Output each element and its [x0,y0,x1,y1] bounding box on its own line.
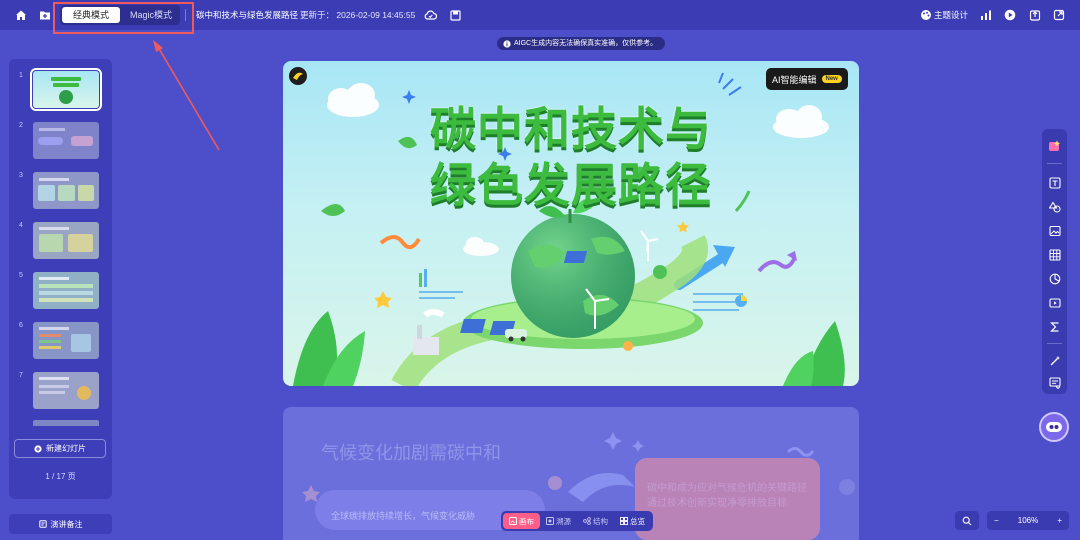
slide2-right-text: 碳中和成为应对气候危机的关键路径 通过技术创新实现净零排放目标 [647,481,807,511]
table-icon[interactable] [1047,247,1062,262]
pie-chart-icon[interactable] [1047,271,1062,286]
divider [1047,343,1062,344]
aigc-notice: AIGC生成内容无法确保真实准确，仅供参考。 [497,37,666,50]
canvas-icon [509,517,517,525]
slide-title-line-2[interactable]: 绿色发展路径 [283,149,859,215]
structure-icon [583,517,591,525]
right-toolbar [1042,129,1067,394]
zoom-level: 106% [1017,516,1039,525]
ai-magic-icon[interactable] [1047,139,1062,154]
tab-overview[interactable]: 总览 [614,513,651,529]
zoom-in-button[interactable]: + [1057,516,1062,525]
zoom-out-button[interactable]: − [994,516,999,525]
new-slide-label: 新建幻灯片 [46,444,86,453]
formula-icon[interactable] [1047,319,1062,334]
search-icon [962,516,972,525]
slide-thumbnail-2[interactable] [33,122,99,159]
slide-number: 7 [19,372,23,379]
magic-wand-icon[interactable] [1047,353,1062,368]
divider [1047,163,1062,164]
speaker-notes-label: 演讲备注 [50,519,83,529]
slide-thumbnail-5[interactable] [33,272,99,309]
slide-thumbnail-7[interactable] [33,372,99,409]
page-counter: 1 / 17 页 [45,472,76,481]
slide-thumbnail-4[interactable] [33,222,99,259]
slide2-left-text: 全球碳排放持续增长，气候变化威胁 [331,511,476,521]
new-slide-button[interactable]: 新建幻灯片 [14,439,106,458]
zoom-search-button[interactable] [955,511,979,530]
slide-number: 3 [19,172,23,179]
tab-source-label: 溯源 [556,516,571,526]
layout-icon[interactable] [1047,375,1062,390]
tab-canvas[interactable]: 画布 [503,513,540,529]
shapes-icon[interactable] [1047,199,1062,214]
slide-number: 6 [19,322,23,329]
tab-structure-label: 结构 [593,516,608,526]
image-icon[interactable] [1047,223,1062,238]
slide-thumbnail-partial [33,420,99,426]
slide-thumbnail-6[interactable] [33,322,99,359]
notice-text: AIGC生成内容无法确保真实准确，仅供参考。 [514,40,658,47]
ai-assistant-button[interactable] [1039,412,1069,442]
slide-number: 1 [19,72,23,79]
info-icon [503,39,511,48]
slide-canvas[interactable]: 碳中和技术与 绿色发展路径 [283,61,859,386]
grid-icon [620,517,628,525]
tab-canvas-label: 画布 [519,516,534,526]
speaker-notes-button[interactable]: 演讲备注 [9,514,112,534]
ai-smart-edit-button[interactable]: AI智能编辑 New [766,68,848,90]
tab-source[interactable]: 溯源 [540,513,577,529]
slide-number: 4 [19,222,23,229]
notes-icon [38,520,47,528]
slide2-right-line-2: 通过技术创新实现净零排放目标 [647,498,787,509]
view-mode-tabs: 画布 溯源 结构 总览 [501,511,653,531]
plus-circle-icon [34,444,42,453]
text-box-icon[interactable] [1047,175,1062,190]
source-icon [546,517,554,525]
slide-number: 2 [19,122,23,129]
slide-number: 5 [19,272,23,279]
media-icon[interactable] [1047,295,1062,310]
assistant-face-icon [1046,422,1062,432]
ai-edit-label: AI智能编辑 [772,74,817,85]
slide2-right-line-1: 碳中和成为应对气候危机的关键路径 [647,483,807,494]
zoom-control: − 106% + [987,511,1069,530]
new-badge: New [821,75,842,83]
slide-thumbnail-panel: 1 2 3 4 5 6 7 [9,59,112,499]
tab-structure[interactable]: 结构 [577,513,614,529]
tab-overview-label: 总览 [630,516,645,526]
slide-thumbnail-1[interactable] [30,68,102,111]
slide-thumbnail-3[interactable] [33,172,99,209]
